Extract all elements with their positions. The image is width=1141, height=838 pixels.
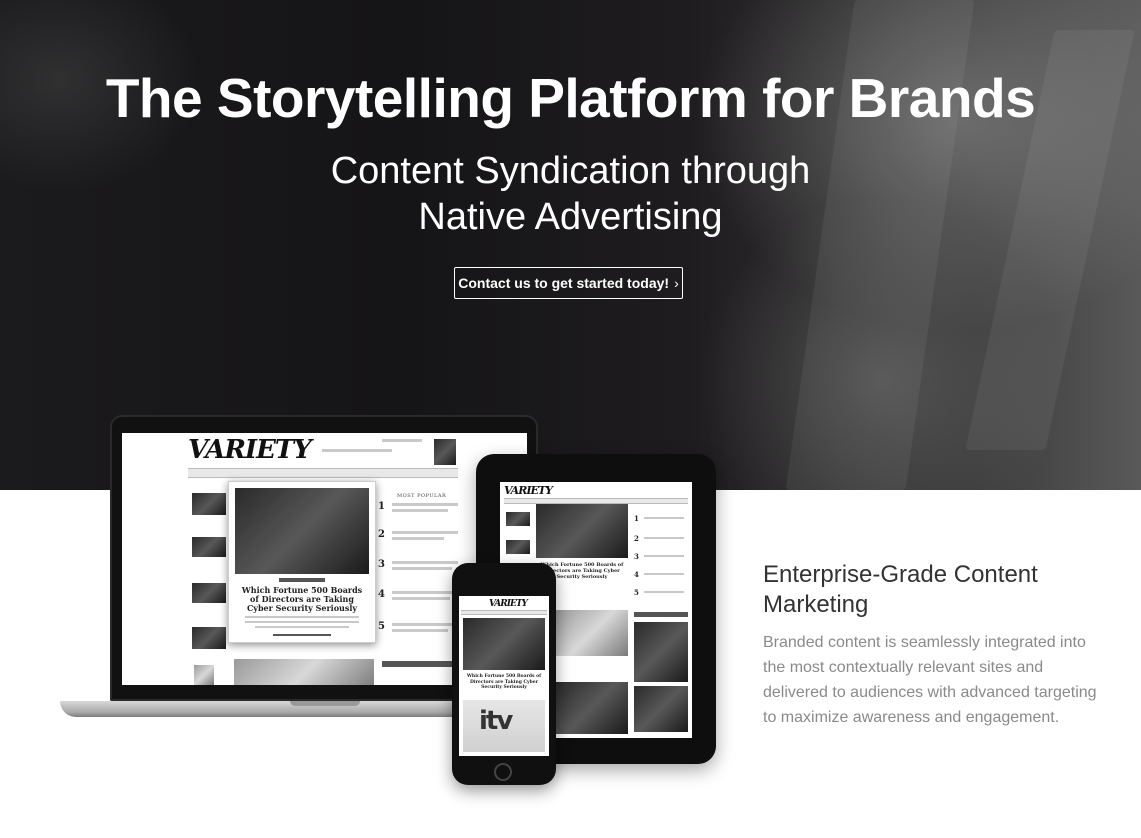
list-item-text <box>392 591 458 594</box>
hero-subtitle-line: Native Advertising <box>418 196 723 238</box>
list-number: 2 <box>634 534 639 543</box>
card-image <box>463 618 545 670</box>
sidebar-thumbnail <box>194 665 214 685</box>
list-number: 3 <box>634 552 639 561</box>
header-text-placeholder <box>322 449 392 452</box>
list-item-text <box>392 623 458 626</box>
gallery-header <box>634 612 688 617</box>
site-logo: VARIETY <box>504 484 553 497</box>
sidebar-thumbnail <box>192 583 226 603</box>
list-number: 3 <box>378 559 385 570</box>
card-tag <box>279 578 325 582</box>
list-item-text <box>644 573 684 575</box>
laptop-notch <box>290 701 360 706</box>
sidebar-thumbnail <box>192 627 226 649</box>
card-summary <box>245 616 359 618</box>
header-text-placeholder <box>382 439 422 442</box>
list-item-text <box>392 531 458 534</box>
list-item-text <box>644 591 684 593</box>
card-headline: Which Fortune 500 Boards of Directors ar… <box>466 674 542 690</box>
list-item-text <box>392 537 444 540</box>
article-image <box>556 610 628 656</box>
list-item-text <box>392 629 448 632</box>
list-item-text <box>392 597 450 600</box>
card-image <box>235 488 369 574</box>
list-number: 5 <box>634 588 639 597</box>
phone-screen: VARIETY Which Fortune 500 Boards of Dire… <box>459 596 549 756</box>
itv-logo: itv <box>479 706 513 736</box>
sidebar-thumbnail <box>192 537 226 557</box>
feature-body: Branded content is seamlessly integrated… <box>763 634 1097 726</box>
chevron-right-icon: › <box>674 275 679 291</box>
card-headline: Which Fortune 500 Boards of Directors ar… <box>241 585 363 613</box>
contact-cta-button[interactable]: Contact us to get started today! › <box>454 267 683 299</box>
sidebar-thumbnail <box>506 540 530 554</box>
hero-title: The Storytelling Platform for Brands <box>105 67 1036 129</box>
header-ad-thumbnail <box>434 439 456 465</box>
list-item-text <box>644 555 684 557</box>
gallery-thumbnail <box>634 686 688 732</box>
feature-title: Enterprise-Grade Content Marketing <box>763 561 1038 618</box>
article-image <box>556 682 628 734</box>
hero-subtitle: Content Syndication through Native Adver… <box>0 148 1141 240</box>
card-summary <box>245 621 359 623</box>
list-number: 1 <box>634 514 639 523</box>
section-header-bar <box>382 661 462 667</box>
list-item-text <box>392 561 458 564</box>
list-number: 4 <box>378 589 385 600</box>
site-nav-bar <box>188 468 458 478</box>
sidebar-thumbnail <box>506 512 530 526</box>
article-image <box>536 504 628 558</box>
sidebar-thumbnail <box>192 493 226 515</box>
article-image <box>234 659 374 685</box>
cta-label: Contact us to get started today! <box>458 275 670 291</box>
most-popular-title: MOST POPULAR <box>397 493 447 499</box>
list-number: 2 <box>378 529 385 540</box>
phone-home-button <box>494 763 512 781</box>
site-logo: VARIETY <box>489 599 528 609</box>
list-number: 4 <box>634 570 639 579</box>
list-number: 1 <box>378 501 385 512</box>
card-summary <box>255 626 349 628</box>
card-sponsor <box>273 634 331 636</box>
list-item-text <box>392 567 452 570</box>
list-item-text <box>644 517 684 519</box>
list-item-text <box>392 503 458 506</box>
hero-subtitle-line: Content Syndication through <box>330 150 811 192</box>
list-item-text <box>392 509 448 512</box>
gallery-thumbnail <box>634 622 688 682</box>
list-item-text <box>644 537 684 539</box>
site-nav-bar <box>461 610 547 615</box>
list-number: 5 <box>378 621 385 632</box>
site-logo: VARIETY <box>188 435 312 465</box>
sponsored-article-card[interactable]: Which Fortune 500 Boards of Directors ar… <box>228 481 376 643</box>
